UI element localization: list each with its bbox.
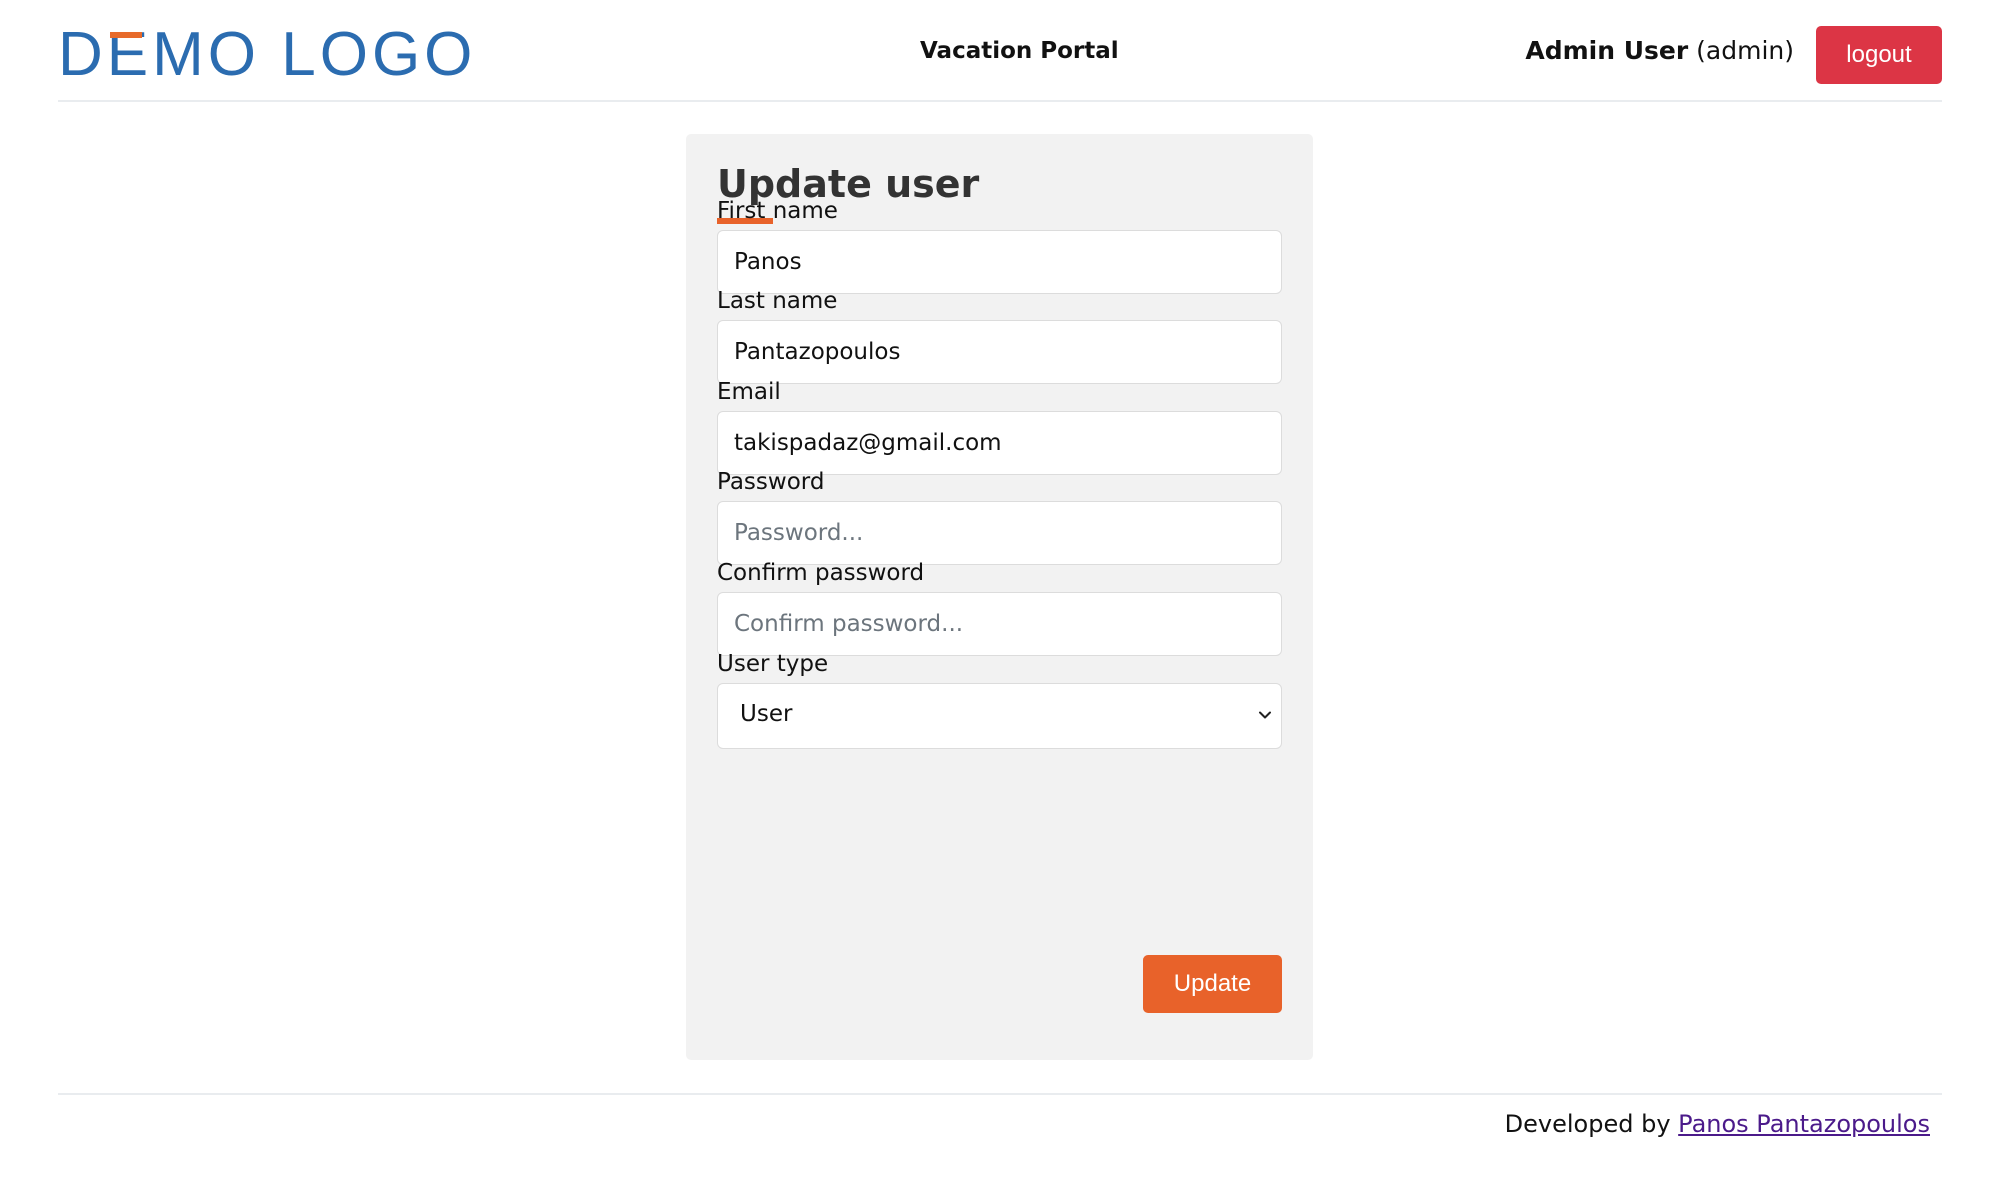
update-user-card: Update user First name Last name Email P… <box>686 134 1313 1060</box>
footer-divider <box>58 1093 1942 1095</box>
user-type-selected: User <box>740 701 793 727</box>
email-field[interactable] <box>717 411 1282 475</box>
confirm-password-label: Confirm password <box>717 560 925 586</box>
first-name-label: First name <box>717 198 838 224</box>
author-link[interactable]: Panos Pantazopoulos <box>1678 1110 1930 1138</box>
first-name-field[interactable] <box>717 230 1282 294</box>
logo-text-start: D <box>58 20 107 89</box>
chevron-down-icon <box>1259 711 1271 719</box>
logo-text-rest: MO LOGO <box>152 20 477 89</box>
last-name-label: Last name <box>717 288 838 314</box>
password-field[interactable] <box>717 501 1282 565</box>
logout-button[interactable]: logout <box>1816 26 1942 84</box>
footer: Developed by Panos Pantazopoulos <box>1505 1110 1930 1138</box>
portal-title: Vacation Portal <box>920 38 1119 64</box>
last-name-field[interactable] <box>717 320 1282 384</box>
footer-prefix: Developed by <box>1504 1110 1671 1138</box>
demo-logo[interactable]: DEMO LOGO <box>58 20 476 89</box>
update-button[interactable]: Update <box>1143 955 1282 1013</box>
user-info: Admin User (admin) <box>1525 36 1794 65</box>
logo-letter-e: E <box>106 20 153 89</box>
header: DEMO LOGO Vacation Portal Admin User (ad… <box>58 0 1942 102</box>
confirm-password-field[interactable] <box>717 592 1282 656</box>
user-type-label: User type <box>717 651 829 677</box>
user-name: Admin User <box>1525 36 1689 65</box>
user-role: (admin) <box>1696 36 1794 65</box>
user-type-select[interactable]: User <box>717 683 1282 749</box>
password-label: Password <box>717 469 825 495</box>
email-label: Email <box>717 379 781 405</box>
